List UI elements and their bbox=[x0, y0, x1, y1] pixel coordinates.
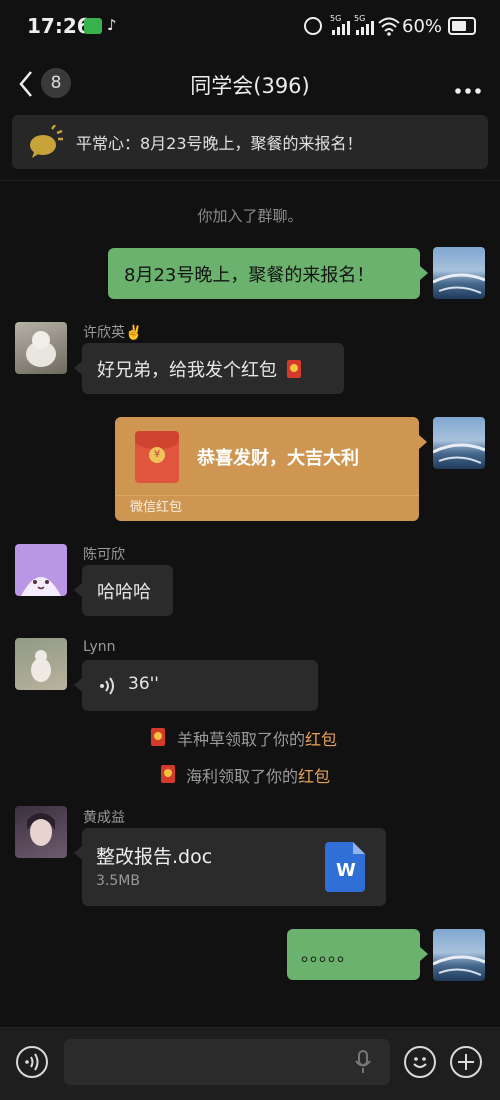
status-bar: 17:26 ♪ 5G 5G 60% bbox=[0, 0, 500, 56]
announcement-bubble-icon bbox=[30, 125, 63, 158]
red-packet-link[interactable]: 红包 bbox=[305, 730, 337, 749]
message-text: 8月23号晚上，聚餐的来报名！ bbox=[124, 265, 375, 286]
wifi-icon bbox=[378, 16, 400, 36]
pinned-text: 平常心：8月23号晚上，聚餐的来报名！ bbox=[76, 134, 363, 153]
message-bubble[interactable]: 哈哈哈 bbox=[74, 565, 173, 616]
chat-title: 同学会(396) bbox=[190, 74, 310, 98]
voice-duration: 36'' bbox=[128, 674, 159, 694]
red-packet-message[interactable]: ¥ 恭喜发财，大吉大利 微信红包 bbox=[115, 417, 427, 521]
message-text: 哈哈哈 bbox=[97, 582, 151, 603]
tiktok-notification-icon: ♪ bbox=[107, 16, 117, 34]
signal-icon-2: 5G bbox=[354, 14, 374, 36]
signal-icon-1: 5G bbox=[330, 14, 350, 36]
emoji-button[interactable] bbox=[404, 1046, 436, 1078]
contact-avatar-lynn[interactable] bbox=[15, 638, 67, 690]
message-input[interactable] bbox=[64, 1039, 390, 1085]
word-doc-letter: W bbox=[336, 860, 356, 881]
pinned-announcement[interactable]: 平常心：8月23号晚上，聚餐的来报名！ bbox=[12, 115, 488, 169]
file-size: 3.5MB bbox=[96, 873, 140, 889]
microphone-icon[interactable] bbox=[354, 1050, 372, 1074]
red-envelope-icon bbox=[151, 728, 165, 746]
system-message-joined: 你加入了群聊。 bbox=[197, 207, 303, 225]
red-envelope-icon bbox=[161, 765, 175, 783]
message-text: 好兄弟，给我发个红包 bbox=[97, 360, 277, 381]
header-divider bbox=[0, 180, 500, 181]
word-doc-icon: W bbox=[325, 842, 365, 892]
system-text: 羊种草领取了你的 bbox=[177, 730, 306, 749]
more-functions-button[interactable] bbox=[450, 1046, 482, 1078]
voice-wave-icon bbox=[100, 677, 114, 695]
sender-name: 黄成益 bbox=[83, 810, 125, 826]
alarm-icon bbox=[304, 17, 322, 35]
sender-name: 许欣英✌️ bbox=[83, 325, 143, 341]
input-bar bbox=[0, 1027, 500, 1100]
sender-name: Lynn bbox=[83, 639, 116, 655]
red-packet-link[interactable]: 红包 bbox=[298, 767, 330, 786]
red-envelope-emoji-icon bbox=[286, 360, 301, 378]
emoji-icon bbox=[413, 1057, 427, 1068]
voice-message-bubble[interactable]: 36'' bbox=[74, 660, 318, 711]
self-avatar[interactable] bbox=[433, 929, 485, 981]
chat-header: 8 同学会(396) bbox=[0, 56, 500, 112]
sender-name: 陈可欣 bbox=[83, 547, 125, 563]
message-bubble-self[interactable]: 8月23号晚上，聚餐的来报名！ bbox=[108, 248, 428, 299]
message-bubble-self[interactable]: 。。。。。 bbox=[287, 929, 428, 980]
contact-avatar-chenkexin[interactable] bbox=[15, 544, 67, 596]
status-time: 17:26 bbox=[27, 14, 91, 38]
plus-icon bbox=[458, 1054, 474, 1070]
self-avatar[interactable] bbox=[433, 247, 485, 299]
voice-toggle-button[interactable] bbox=[16, 1046, 48, 1078]
wechat-notification-icon bbox=[84, 18, 102, 34]
contact-avatar-xuxinying[interactable] bbox=[15, 322, 67, 374]
system-text: 海利领取了你的 bbox=[186, 767, 299, 786]
voice-icon bbox=[25, 1053, 39, 1071]
file-name: 整改报告.doc bbox=[96, 846, 213, 868]
message-text: 。。。。。 bbox=[301, 945, 355, 966]
battery-icon bbox=[448, 17, 476, 35]
red-packet-label: 微信红包 bbox=[130, 500, 183, 515]
more-options-icon[interactable] bbox=[454, 80, 482, 94]
file-message-bubble[interactable]: 整改报告.doc 3.5MB W bbox=[74, 828, 386, 906]
battery-percent: 60% bbox=[402, 16, 443, 37]
contact-avatar-huangchengyi[interactable] bbox=[15, 806, 67, 858]
self-avatar[interactable] bbox=[433, 417, 485, 469]
red-packet-title: 恭喜发财，大吉大利 bbox=[197, 448, 359, 469]
red-packet-icon: ¥ bbox=[135, 431, 179, 483]
message-bubble[interactable]: 好兄弟，给我发个红包 bbox=[74, 343, 344, 394]
